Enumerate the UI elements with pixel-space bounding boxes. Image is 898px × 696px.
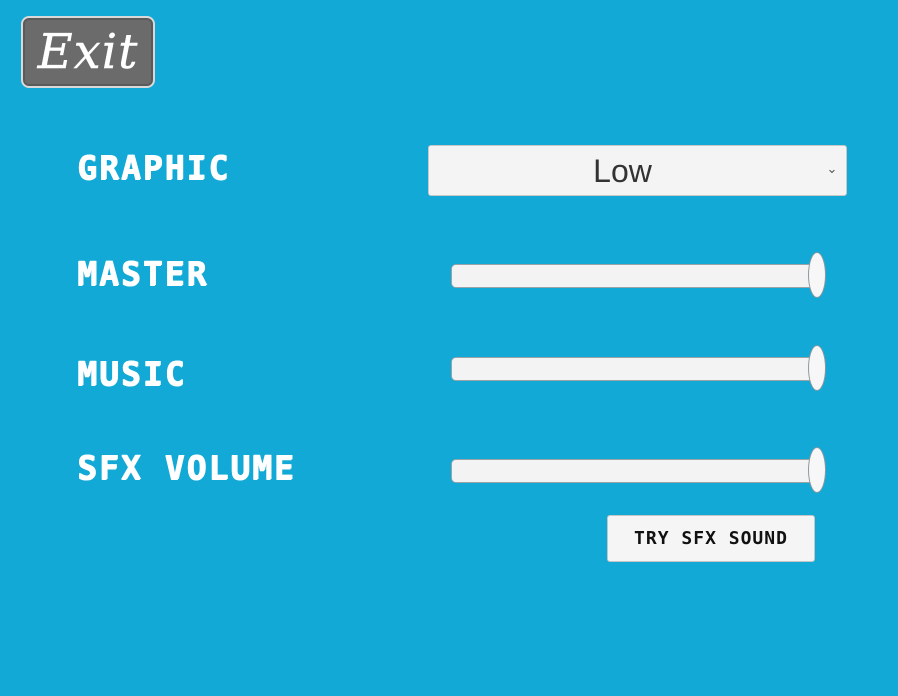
music-volume-slider[interactable] xyxy=(451,345,826,393)
try-sfx-sound-label: TRY SFX SOUND xyxy=(634,528,788,549)
graphic-quality-dropdown[interactable]: Low ⌄ xyxy=(428,145,847,196)
try-sfx-sound-button[interactable]: TRY SFX SOUND xyxy=(607,515,815,562)
sfx-volume-slider[interactable] xyxy=(451,447,826,495)
music-label: MUSIC xyxy=(77,354,187,393)
slider-handle[interactable] xyxy=(808,252,826,298)
slider-fill xyxy=(452,358,817,380)
slider-fill xyxy=(452,265,817,287)
slider-fill xyxy=(452,460,817,482)
slider-handle[interactable] xyxy=(808,447,826,493)
master-label: MASTER xyxy=(77,254,209,293)
settings-screen: Exit GRAPHIC Low ⌄ MASTER MUSIC SFX VOLU… xyxy=(0,0,898,696)
graphic-label: GRAPHIC xyxy=(77,148,231,187)
master-volume-slider[interactable] xyxy=(451,252,826,300)
graphic-quality-selected-value: Low xyxy=(593,153,652,189)
slider-handle[interactable] xyxy=(808,345,826,391)
exit-button-label: Exit xyxy=(37,24,139,80)
exit-button[interactable]: Exit xyxy=(21,16,155,88)
sfx-volume-label: SFX VOLUME xyxy=(77,448,296,487)
chevron-down-icon: ⌄ xyxy=(826,162,838,177)
